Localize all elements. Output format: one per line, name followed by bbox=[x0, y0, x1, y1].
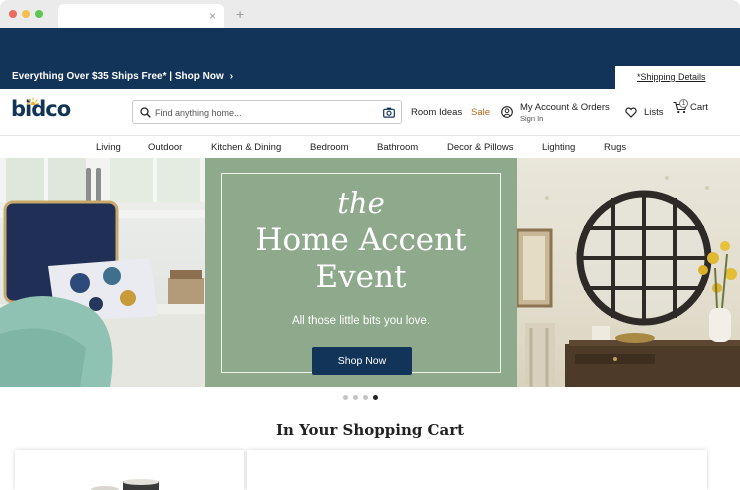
cart-link[interactable]: Cart bbox=[690, 102, 708, 113]
hero-banner-panel: the Home Accent Event All those little b… bbox=[205, 158, 517, 387]
free-shipping-link[interactable]: Everything Over $35 Ships Free* | Shop N… bbox=[12, 71, 233, 82]
window-seat-illustration bbox=[0, 158, 205, 387]
mirror-dresser-illustration bbox=[517, 176, 740, 387]
close-window-dot[interactable] bbox=[9, 10, 17, 18]
hero-subtitle: All those little bits you love. bbox=[291, 315, 431, 327]
window-seat-photo[interactable] bbox=[0, 158, 205, 387]
chevron-right-icon: › bbox=[229, 71, 234, 82]
nav-item-bathroom[interactable]: Bathroom bbox=[377, 142, 418, 153]
carousel-dot-1[interactable] bbox=[343, 395, 348, 400]
my-account-link[interactable]: My Account & Orders bbox=[520, 102, 610, 113]
carousel-dots bbox=[343, 395, 383, 401]
nav-item-rugs[interactable]: Rugs bbox=[604, 142, 626, 153]
tab-close-icon[interactable]: × bbox=[209, 8, 216, 24]
maximize-window-dot[interactable] bbox=[35, 10, 43, 18]
browser-window: × + Everything Over $35 Ships Free* | Sh… bbox=[0, 0, 740, 490]
minimize-window-dot[interactable] bbox=[22, 10, 30, 18]
cart-count-badge: 1 bbox=[679, 99, 688, 108]
category-nav: Living Outdoor Kitchen & Dining Bedroom … bbox=[0, 136, 740, 158]
shop-now-button[interactable]: Shop Now bbox=[312, 347, 412, 375]
new-tab-icon[interactable]: + bbox=[236, 6, 244, 22]
browser-chrome: × + bbox=[0, 0, 740, 28]
shipping-details-link[interactable]: *Shipping Details bbox=[637, 72, 706, 82]
browser-tab[interactable]: × bbox=[58, 4, 224, 28]
hero-title: Home Accent Event bbox=[205, 222, 517, 296]
shopping-cart-heading: In Your Shopping Cart bbox=[275, 421, 465, 439]
carousel-dot-3[interactable] bbox=[363, 395, 368, 400]
nav-item-kitchen-dining[interactable]: Kitchen & Dining bbox=[211, 142, 281, 153]
hero-title-line1: Home Accent bbox=[255, 222, 467, 258]
sign-in-link[interactable]: Sign In bbox=[520, 114, 543, 123]
camera-icon[interactable] bbox=[383, 107, 395, 118]
site-logo[interactable]: bidco bbox=[11, 97, 71, 121]
mirror-dresser-photo[interactable] bbox=[517, 158, 740, 387]
cart-carousel bbox=[15, 450, 707, 490]
lists-link[interactable]: Lists bbox=[644, 107, 664, 118]
logo-text: bidco bbox=[11, 97, 71, 121]
carousel-dot-4[interactable] bbox=[373, 395, 378, 400]
nav-item-decor-pillows[interactable]: Decor & Pillows bbox=[447, 142, 514, 153]
heart-icon[interactable] bbox=[625, 107, 637, 118]
free-shipping-text: Everything Over $35 Ships Free* | Shop N… bbox=[12, 71, 224, 82]
search-input[interactable] bbox=[155, 105, 375, 120]
shipping-details-box: *Shipping Details bbox=[615, 66, 740, 89]
search-box bbox=[132, 100, 402, 124]
hero-carousel: the Home Accent Event All those little b… bbox=[0, 158, 740, 387]
account-icon[interactable] bbox=[501, 106, 513, 118]
carousel-dot-2[interactable] bbox=[353, 395, 358, 400]
cart-item-image bbox=[91, 479, 159, 490]
hero-title-line2: Event bbox=[315, 259, 407, 295]
promo-banner: Everything Over $35 Ships Free* | Shop N… bbox=[0, 28, 740, 89]
site-header: bidco Room Ideas Sale My Account & Order… bbox=[0, 89, 740, 136]
cart-item-card[interactable] bbox=[247, 450, 707, 490]
nav-item-outdoor[interactable]: Outdoor bbox=[148, 142, 182, 153]
cart-item-card[interactable] bbox=[15, 450, 244, 490]
sale-link[interactable]: Sale bbox=[471, 107, 490, 118]
hero-the: the bbox=[337, 186, 385, 220]
nav-item-lighting[interactable]: Lighting bbox=[542, 142, 575, 153]
nav-item-living[interactable]: Living bbox=[96, 142, 121, 153]
search-icon[interactable] bbox=[140, 107, 151, 118]
nav-item-bedroom[interactable]: Bedroom bbox=[310, 142, 349, 153]
sun-icon bbox=[27, 97, 39, 105]
room-ideas-link[interactable]: Room Ideas bbox=[411, 107, 462, 118]
